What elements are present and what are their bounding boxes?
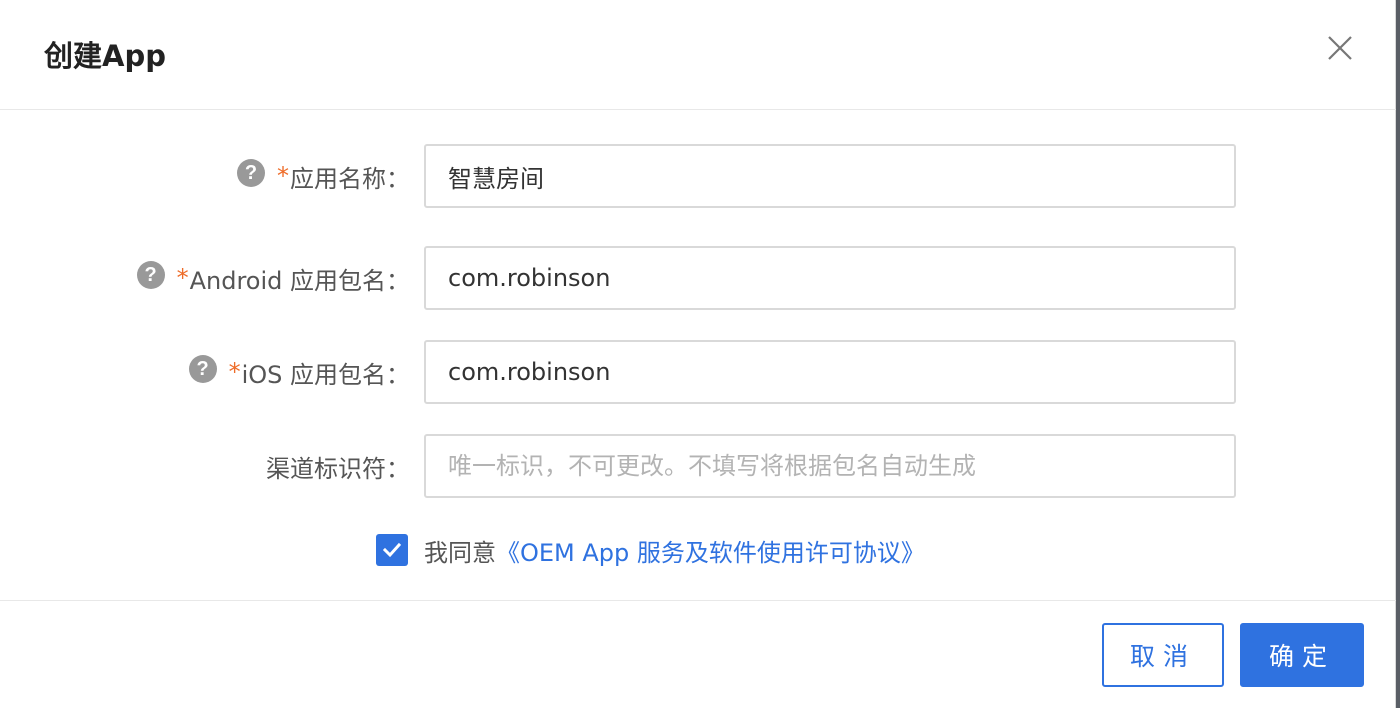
channel-id-label-text: 渠道标识符： bbox=[266, 454, 410, 483]
required-mark: * bbox=[176, 264, 189, 292]
ios-package-label-text: iOS 应用包名： bbox=[241, 360, 410, 389]
app-name-input[interactable] bbox=[424, 144, 1236, 208]
app-name-label-text: 应用名称： bbox=[290, 164, 410, 193]
question-circle-icon[interactable]: ? bbox=[188, 355, 217, 383]
agreement-checkbox[interactable] bbox=[376, 534, 408, 566]
ios-package-label: ? * iOS 应用包名： bbox=[188, 340, 410, 404]
dialog-title: 创建App bbox=[44, 39, 166, 73]
create-app-dialog: 创建App ? * 应用名称： ? * Android 应用包名： ? * i bbox=[0, 0, 1396, 708]
agreement-text: 我同意 bbox=[424, 538, 496, 567]
close-button[interactable] bbox=[1318, 26, 1362, 70]
channel-id-label: 渠道标识符： bbox=[266, 434, 410, 498]
dialog-footer: 取消 确定 bbox=[0, 600, 1396, 708]
dialog-header: 创建App bbox=[0, 0, 1396, 110]
confirm-button[interactable]: 确定 bbox=[1240, 623, 1364, 687]
android-package-label: ? * Android 应用包名： bbox=[136, 246, 410, 310]
form-row-ios-package: ? * iOS 应用包名： bbox=[0, 340, 1396, 404]
cancel-button[interactable]: 取消 bbox=[1102, 623, 1224, 687]
question-circle-icon[interactable]: ? bbox=[136, 261, 165, 289]
required-mark: * bbox=[228, 358, 241, 386]
form-row-android-package: ? * Android 应用包名： bbox=[0, 246, 1396, 310]
agreement-link[interactable]: 《OEM App 服务及软件使用许可协议》 bbox=[496, 533, 925, 568]
form-row-channel-id: 渠道标识符： bbox=[0, 434, 1396, 498]
checkmark-icon bbox=[382, 542, 402, 558]
android-package-input[interactable] bbox=[424, 246, 1236, 310]
android-package-label-text: Android 应用包名： bbox=[189, 266, 410, 295]
form-row-app-name: ? * 应用名称： bbox=[0, 144, 1396, 208]
question-circle-icon[interactable]: ? bbox=[237, 159, 265, 187]
required-mark: * bbox=[277, 162, 289, 190]
backdrop bbox=[1396, 0, 1400, 708]
channel-id-input[interactable] bbox=[424, 434, 1236, 498]
ios-package-input[interactable] bbox=[424, 340, 1236, 404]
app-name-label: ? * 应用名称： bbox=[237, 144, 410, 208]
close-icon bbox=[1328, 36, 1352, 60]
agreement-row: 我同意 《OEM App 服务及软件使用许可协议》 bbox=[376, 530, 925, 570]
